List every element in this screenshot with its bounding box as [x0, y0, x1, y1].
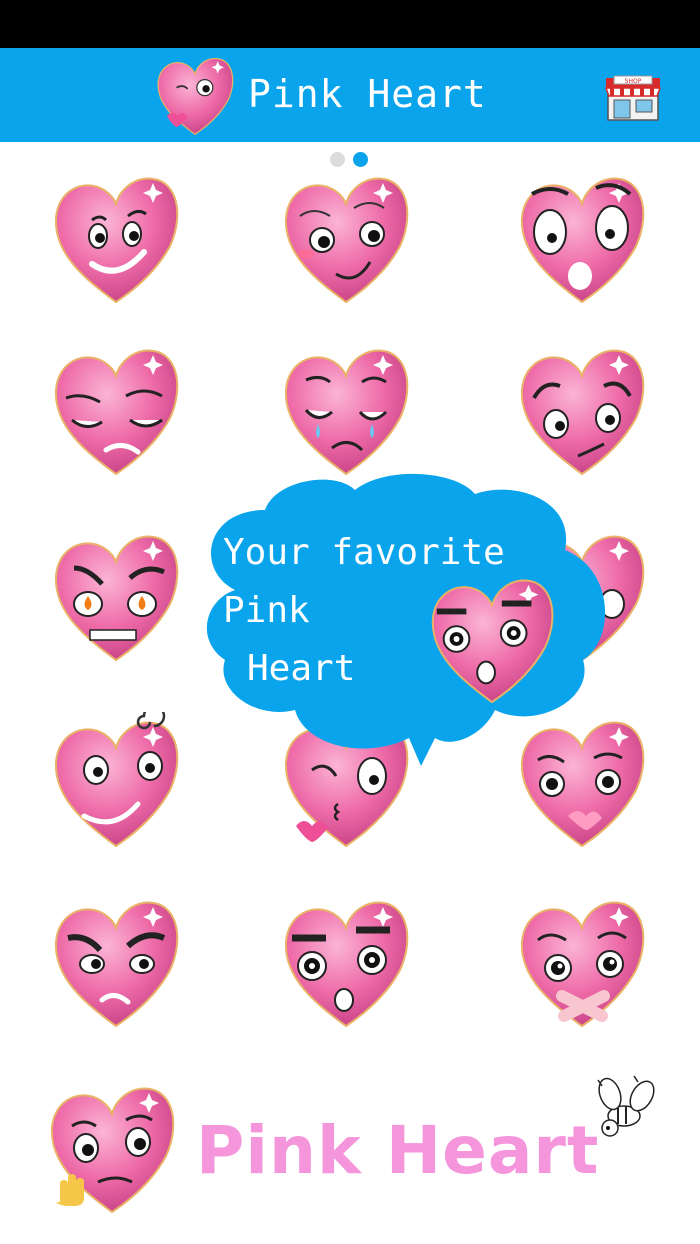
app-title: Pink Heart [248, 72, 487, 116]
bee-doodle-icon [597, 1075, 655, 1137]
sticker-surprised[interactable] [276, 892, 416, 1032]
shop-sign: SHOP [625, 78, 642, 85]
shop-store-icon[interactable]: SHOP [604, 70, 662, 122]
status-bar [0, 0, 700, 48]
bubble-line-2: Pink [223, 590, 310, 631]
sticker-shocked[interactable] [512, 168, 652, 308]
sticker-sleepy[interactable] [46, 340, 186, 480]
sticker-worried[interactable] [512, 340, 652, 480]
sticker-dizzy[interactable] [46, 712, 186, 852]
app-bar: Pink Heart SHOP [0, 48, 700, 142]
page-dot[interactable] [330, 152, 345, 167]
footer-heart-wave-icon [42, 1078, 182, 1218]
sticker-angry-fire[interactable] [46, 526, 186, 666]
sticker-taped[interactable] [512, 892, 652, 1032]
promo-bubble: Your favorite Pink Heart [195, 470, 615, 770]
sticker-grumpy[interactable] [46, 892, 186, 1032]
sticker-shy[interactable] [276, 168, 416, 308]
app-logo-icon [150, 52, 240, 138]
page-dot-active[interactable] [353, 152, 368, 167]
bubble-heart-icon [423, 570, 561, 708]
page-indicator [330, 152, 368, 168]
sticker-smirk[interactable] [46, 168, 186, 308]
bubble-line-1: Your favorite [223, 532, 505, 573]
sticker-crying[interactable] [276, 340, 416, 480]
footer-logo-text: Pink Heart [196, 1112, 600, 1189]
bubble-line-3: Heart [247, 648, 356, 689]
